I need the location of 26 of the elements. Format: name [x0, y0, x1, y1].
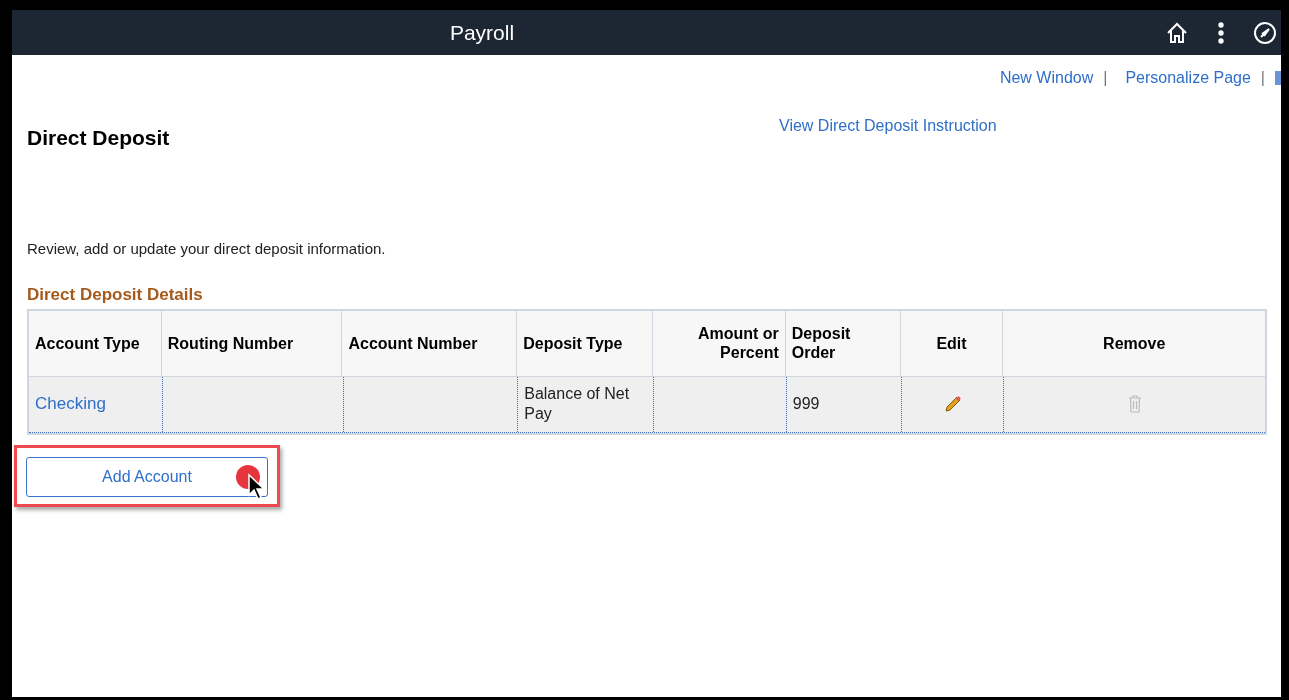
add-account-button[interactable]: Add Account [26, 456, 268, 497]
pencil-icon[interactable] [943, 395, 962, 413]
link-separator: | [1103, 68, 1108, 88]
column-header: Account Type [29, 310, 162, 376]
column-header: Amount or Percent [653, 310, 786, 376]
column-header: Edit [900, 310, 1004, 376]
header-link[interactable]: New Window [999, 66, 1094, 90]
account-type-link[interactable]: Checking [35, 391, 106, 417]
table-cell-text: Balance of Net Pay [524, 384, 631, 424]
column-header: Account Number [342, 310, 518, 376]
home-icon[interactable] [1165, 20, 1189, 45]
link-separator: | [1260, 68, 1265, 88]
column-header: Deposit Type [517, 310, 653, 376]
header-title: Payroll [448, 19, 516, 46]
instruction-link[interactable]: View Direct Deposit Instruction [779, 114, 997, 138]
table-cell-text: 999 [792, 394, 820, 414]
table-icon[interactable] [1275, 70, 1281, 86]
compass-icon[interactable] [1253, 20, 1277, 45]
more-icon[interactable] [1217, 20, 1225, 45]
column-header: Remove [1102, 333, 1167, 354]
page-title: Direct Deposit [27, 125, 171, 151]
grid-title: Direct Deposit Details [26, 284, 204, 306]
column-header: Routing Number [161, 310, 343, 376]
intro-text: Review, add or update your direct deposit information. [26, 238, 387, 259]
header-link[interactable]: Personalize Page [1125, 66, 1251, 90]
column-header: Deposit Order [785, 310, 901, 376]
